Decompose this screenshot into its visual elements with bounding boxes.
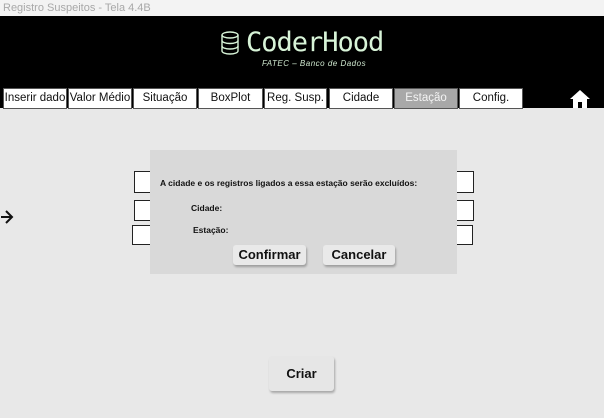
app-header: CoderHood FATEC – Banco de Dados Inserir… <box>0 16 604 109</box>
cancel-button[interactable]: Cancelar <box>323 245 395 265</box>
arrow-right-icon[interactable] <box>0 209 14 225</box>
window-title: Registro Suspeitos - Tela 4.4B <box>0 0 604 16</box>
tab-cidade[interactable]: Cidade <box>329 88 393 109</box>
logo: CoderHood <box>220 27 384 58</box>
tab-valor-medio[interactable]: Valor Médio <box>68 88 132 109</box>
logo-subtitle: FATEC – Banco de Dados <box>262 59 367 68</box>
create-button[interactable]: Criar <box>269 356 334 391</box>
database-icon <box>221 31 239 55</box>
tab-estacao[interactable]: Estação <box>394 88 458 109</box>
cidade-label: Cidade: <box>191 203 223 213</box>
tab-config[interactable]: Config. <box>459 88 523 109</box>
logo-text: CoderHood <box>246 27 384 58</box>
dialog-message: A cidade e os registros ligados a essa e… <box>160 178 418 188</box>
tab-reg-susp[interactable]: Reg. Susp. <box>264 88 327 109</box>
home-icon[interactable] <box>569 89 591 109</box>
confirm-delete-dialog: A cidade e os registros ligados a essa e… <box>150 150 457 274</box>
tab-situacao[interactable]: Situação <box>133 88 197 109</box>
tab-boxplot[interactable]: BoxPlot <box>198 88 263 109</box>
tab-inserir-dado[interactable]: Inserir dado <box>3 88 67 109</box>
confirm-button[interactable]: Confirmar <box>233 245 306 265</box>
estacao-label: Estação: <box>193 225 229 235</box>
